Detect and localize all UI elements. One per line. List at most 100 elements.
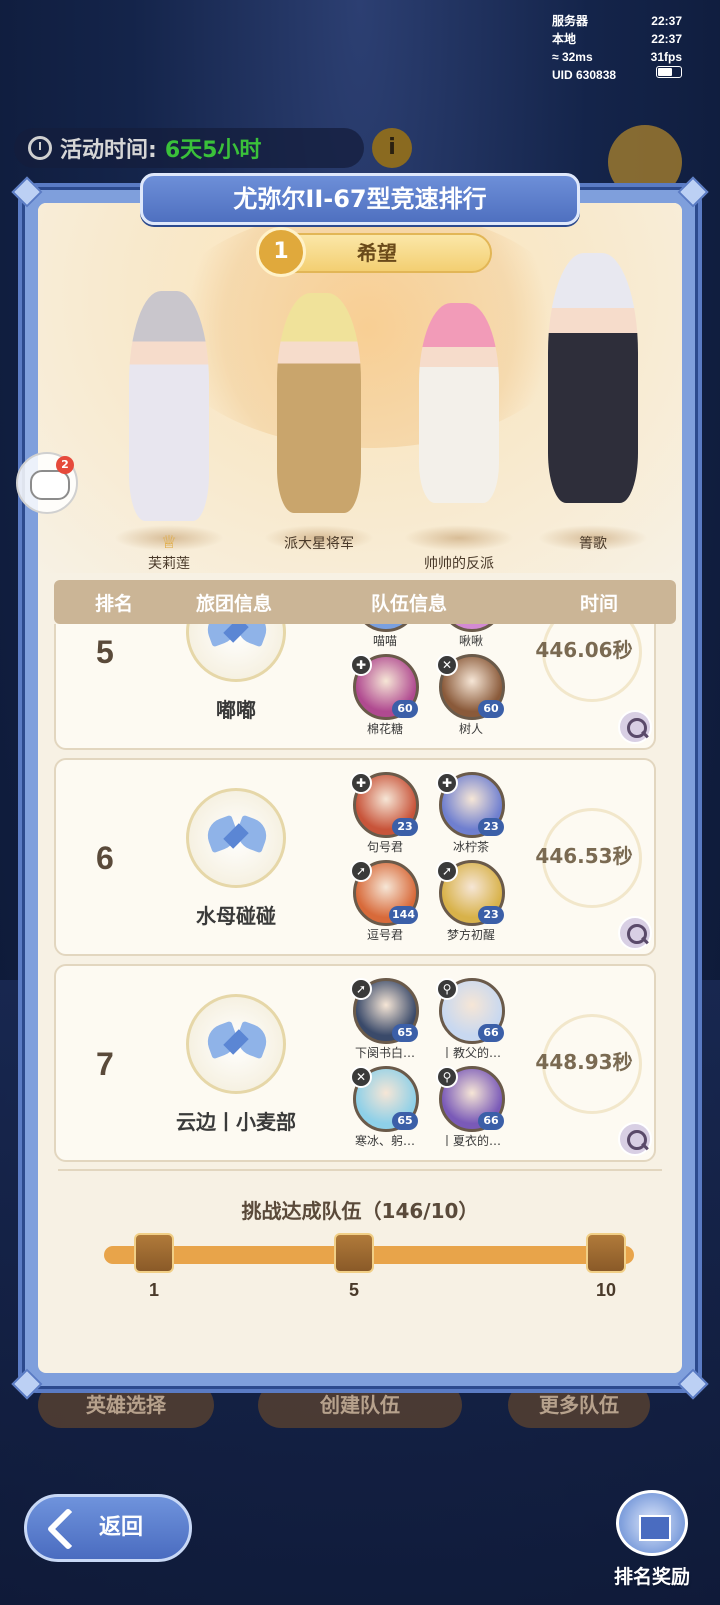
class-icon: ✕ [350, 1066, 372, 1088]
server-label: 服务器 [552, 14, 589, 28]
row-time: 446.06秒 [535, 638, 633, 662]
hero-level: 66 [478, 1112, 504, 1130]
hero-name: 句号君 [366, 840, 403, 854]
ranking-row[interactable]: 5 嘟嘟 喵喵 啾啾 ✚ 60 棉花糖 ✕ 60 树人 446.06秒 [54, 624, 656, 750]
hero-portrait[interactable]: 啾啾 [436, 624, 506, 652]
character-shadow [404, 525, 514, 551]
team-heroes: ➚ 65 下阕书白… ⚲ 66 丨教父的… ✕ 65 寒冰、躬… ⚲ 66 丨夏衣的… [346, 978, 516, 1154]
milestone-label: 1 [148, 1280, 159, 1300]
class-icon: ✕ [436, 654, 458, 676]
hero-avatar [439, 624, 505, 632]
hero-level: 66 [478, 1024, 504, 1042]
hero-portrait[interactable]: 喵喵 [350, 624, 420, 652]
hero-portrait[interactable]: ✚ 23 句号君 [350, 772, 420, 858]
hero-name: 啾啾 [458, 634, 483, 648]
hero-portrait[interactable]: ➚ 65 下阕书白… [350, 978, 420, 1064]
hero-name: 下阕书白… [354, 1046, 415, 1060]
guild-name: 云边丨小麦部 [176, 1110, 296, 1134]
clock-icon [28, 136, 52, 160]
activity-time-bar: 活动时间: 6天5小时 [14, 128, 364, 168]
hero-portrait[interactable]: ⚲ 66 丨教父的… [436, 978, 506, 1064]
zoom-icon[interactable] [618, 710, 652, 744]
class-icon: ✚ [436, 772, 458, 794]
character-figure [277, 293, 361, 513]
guild-name: 嘟嘟 [216, 698, 256, 722]
hero-level: 60 [392, 700, 418, 718]
ping: ≈ 32ms [552, 48, 593, 66]
hero-level: 144 [389, 906, 418, 924]
chest-icon[interactable] [334, 1233, 374, 1273]
hero-level: 23 [478, 906, 504, 924]
hero-level: 60 [478, 700, 504, 718]
character-figure [419, 303, 499, 503]
header-rank: 排名 [94, 592, 133, 615]
hero-portrait[interactable]: ⚲ 66 丨夏衣的… [436, 1066, 506, 1152]
activity-value: 6天5小时 [164, 138, 262, 163]
hero-name: 棉花糖 [366, 722, 403, 736]
ranking-dialog: 希望 1 ♕ 芙莉莲 派大星将军 帅帅的反派 箐歌 排名 旅团信息 队伍信息 时… [11, 176, 709, 1400]
status-overlay: 服务器 22:37 本地 22:37 ≈ 32ms 31fps UID 630838 [552, 12, 682, 84]
class-icon: ➚ [350, 978, 372, 1000]
table-header: 排名 旅团信息 队伍信息 时间 [54, 580, 676, 624]
ranking-reward-label: 排名奖励 [613, 1566, 690, 1588]
back-label: 返回 [99, 1515, 144, 1540]
podium-character[interactable]: 派大星将军 [244, 233, 394, 573]
hero-portrait[interactable]: ➚ 144 逗号君 [350, 860, 420, 946]
zoom-icon[interactable] [618, 916, 652, 950]
header-guild: 旅团信息 [195, 592, 272, 615]
ranking-row[interactable]: 6 水母碰碰 ✚ 23 句号君 ✚ 23 冰柠茶 ➚ 144 逗号君 ➚ 23 梦方初醒 446… [54, 758, 656, 956]
chat-badge: 2 [56, 456, 74, 474]
guild-emblem-icon [186, 624, 286, 682]
guild-name: 水母碰碰 [196, 904, 276, 928]
class-icon: ➚ [350, 860, 372, 882]
chest-icon[interactable] [134, 1233, 174, 1273]
ranking-row[interactable]: 7 云边丨小麦部 ➚ 65 下阕书白… ⚲ 66 丨教父的… ✕ 65 寒冰、躬… ⚲ 66 丨… [54, 964, 656, 1162]
info-button[interactable]: i [372, 128, 412, 168]
row-time: 448.93秒 [535, 1050, 633, 1074]
character-name: 芙莉莲 [148, 556, 190, 572]
header-time: 时间 [579, 592, 618, 615]
hero-name: 冰柠茶 [452, 840, 489, 854]
dialog-content: 希望 1 ♕ 芙莉莲 派大星将军 帅帅的反派 箐歌 排名 旅团信息 队伍信息 时… [38, 203, 682, 1373]
hero-portrait[interactable]: ➚ 23 梦方初醒 [436, 860, 506, 946]
row-time: 446.53秒 [535, 844, 633, 868]
team-heroes: ✚ 23 句号君 ✚ 23 冰柠茶 ➚ 144 逗号君 ➚ 23 梦方初醒 [346, 772, 516, 948]
row-rank: 7 [96, 1046, 114, 1082]
hero-portrait[interactable]: ✚ 23 冰柠茶 [436, 772, 506, 858]
back-button[interactable]: 返回 [24, 1494, 192, 1562]
hero-name: 逗号君 [366, 928, 403, 942]
hero-portrait[interactable]: ✕ 65 寒冰、躬… [350, 1066, 420, 1152]
hero-level: 23 [392, 818, 418, 836]
chest-icon[interactable] [586, 1233, 626, 1273]
ping-value: 32ms [561, 50, 593, 64]
uid: UID 630838 [552, 68, 617, 82]
class-icon: ⚲ [436, 978, 458, 1000]
ranking-list[interactable]: 5 嘟嘟 喵喵 啾啾 ✚ 60 棉花糖 ✕ 60 树人 446.06秒 6 水母碰碰 ✚ [54, 624, 676, 1164]
crown-icon: ♕ [160, 532, 178, 553]
hero-level: 65 [392, 1112, 418, 1130]
class-icon: ✚ [350, 654, 372, 676]
podium: 希望 1 ♕ 芙莉莲 派大星将军 帅帅的反派 箐歌 [38, 203, 682, 573]
milestone-label: 5 [348, 1280, 359, 1300]
milestone-label: 10 [595, 1280, 617, 1300]
challenge-label: 挑战达成队伍（146/10） [241, 1199, 479, 1223]
dialog-title: 尤弥尔II-67型竞速排行 [140, 173, 580, 225]
local-time: 22:37 [651, 32, 682, 46]
character-figure [548, 253, 638, 503]
zoom-icon[interactable] [618, 1122, 652, 1156]
class-icon: ➚ [436, 860, 458, 882]
hero-portrait[interactable]: ✕ 60 树人 [436, 654, 506, 740]
hero-name: 梦方初醒 [446, 928, 495, 942]
podium-character[interactable]: 帅帅的反派 [384, 233, 534, 573]
podium-character[interactable]: ♕ 芙莉莲 [94, 233, 244, 573]
wifi-icon: ≈ [552, 50, 559, 64]
header-team: 队伍信息 [370, 592, 447, 615]
team-heroes: 喵喵 啾啾 ✚ 60 棉花糖 ✕ 60 树人 [346, 624, 516, 742]
hero-name: 树人 [458, 722, 483, 736]
hero-name: 喵喵 [372, 634, 397, 648]
hero-portrait[interactable]: ✚ 60 棉花糖 [350, 654, 420, 740]
divider [58, 1169, 662, 1171]
podium-character[interactable]: 箐歌 [518, 233, 668, 573]
character-name: 箐歌 [579, 536, 607, 552]
ranking-reward-button[interactable]: 排名奖励 [602, 1490, 702, 1590]
